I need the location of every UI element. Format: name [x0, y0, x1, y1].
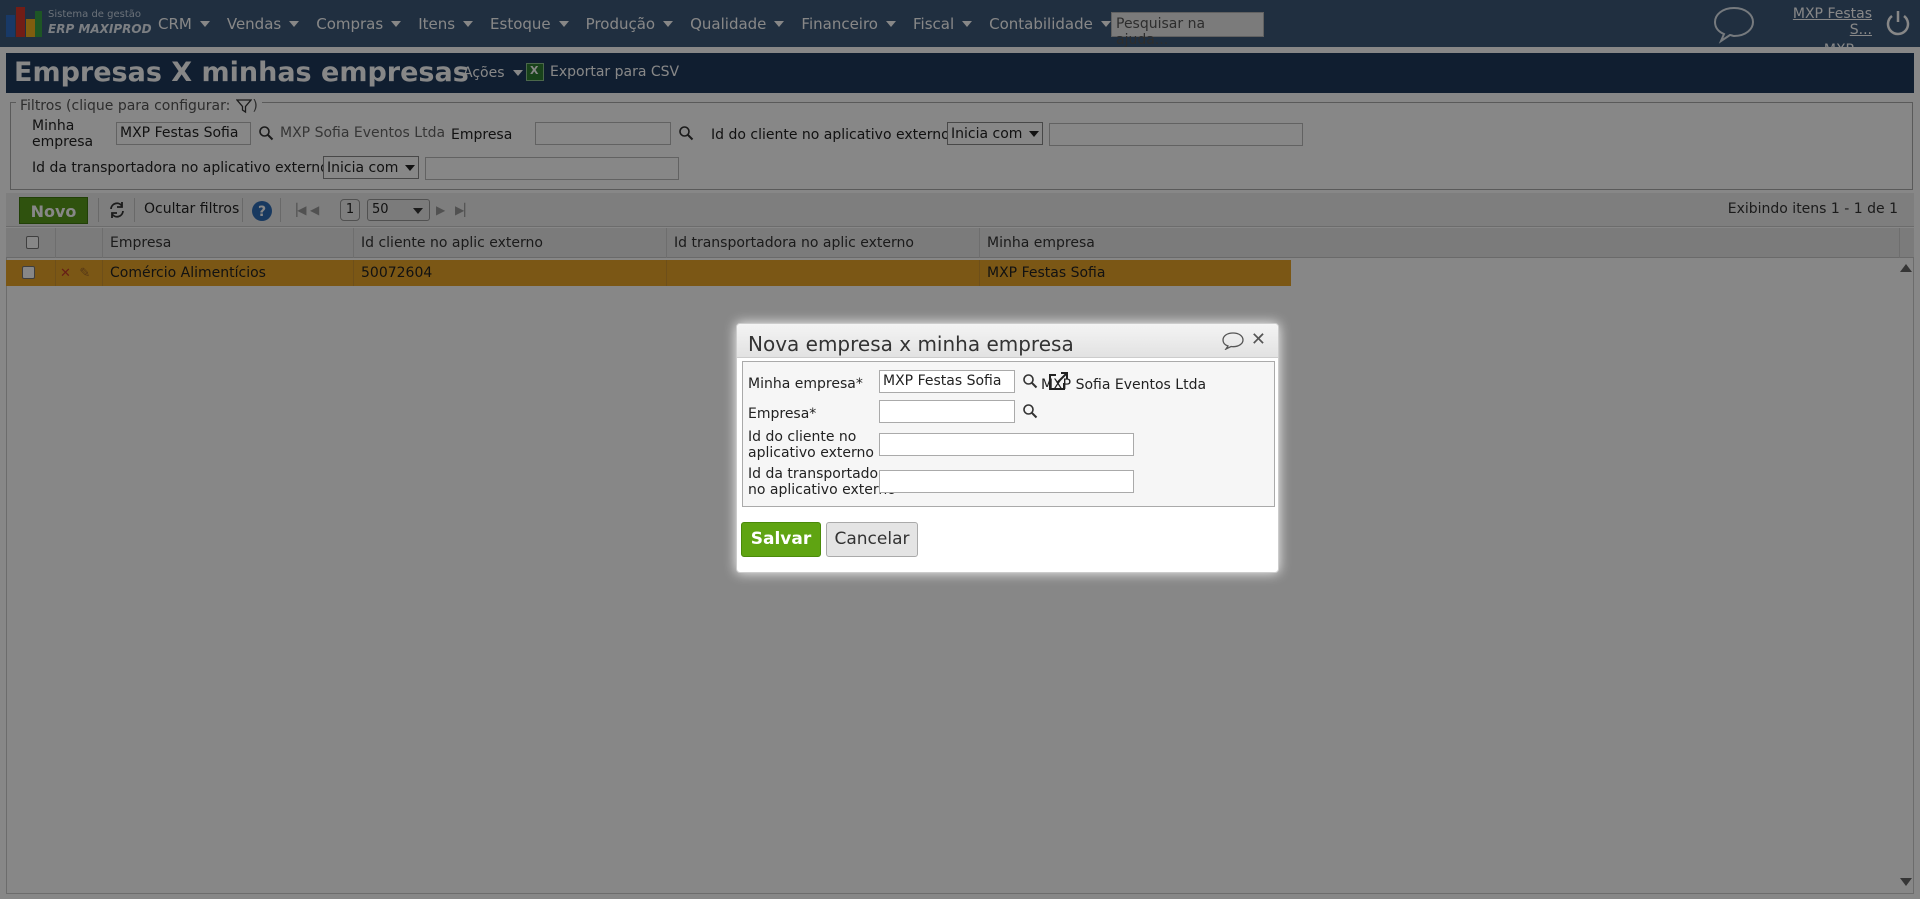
dialog-id-cliente-label: Id do cliente no aplicativo externo — [748, 429, 874, 461]
comment-icon[interactable] — [1222, 332, 1244, 350]
dialog-id-transp-input[interactable] — [879, 470, 1134, 493]
dialog-form: Minha empresa* MXP Festas Sofia MXP Sofi… — [742, 361, 1275, 507]
dialog-empresa-input[interactable] — [879, 400, 1015, 423]
dialog-title: Nova empresa x minha empresa — [748, 332, 1074, 356]
dialog-id-cliente-input[interactable] — [879, 433, 1134, 456]
dialog-empresa-label: Empresa* — [748, 406, 817, 422]
search-icon[interactable] — [1022, 403, 1038, 419]
new-record-dialog: Nova empresa x minha empresa ✕ Minha emp… — [736, 323, 1279, 573]
dialog-header: Nova empresa x minha empresa ✕ — [737, 324, 1278, 358]
dialog-minha-empresa-label: Minha empresa* — [748, 376, 863, 392]
dialog-minha-empresa-input[interactable]: MXP Festas Sofia — [879, 370, 1015, 393]
dialog-id-transp-label: Id da transportadora no aplicativo exter… — [748, 466, 896, 498]
close-icon[interactable]: ✕ — [1251, 329, 1266, 350]
search-icon[interactable] — [1022, 373, 1038, 389]
cancel-button[interactable]: Cancelar — [826, 522, 918, 557]
dialog-minha-empresa-desc: MXP Sofia Eventos Ltda — [1041, 377, 1207, 393]
save-button[interactable]: Salvar — [741, 522, 821, 557]
